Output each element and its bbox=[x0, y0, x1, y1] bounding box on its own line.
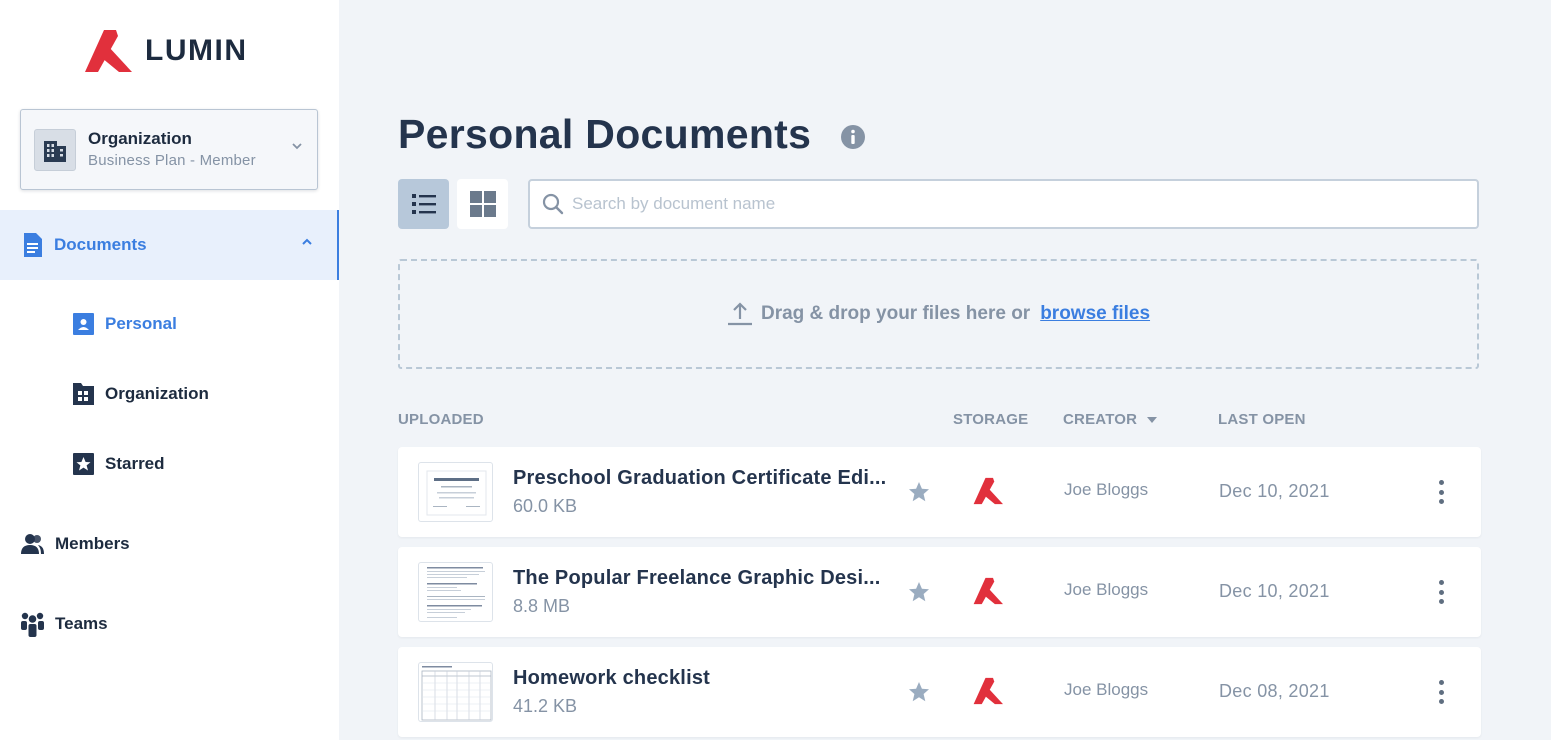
document-row[interactable]: Preschool Graduation Certificate Edi... … bbox=[398, 447, 1481, 537]
sidebar-item-label: Personal bbox=[105, 314, 177, 333]
chevron-down-icon bbox=[292, 143, 302, 150]
document-size: 8.8 MB bbox=[513, 596, 571, 616]
lumin-storage-icon bbox=[973, 577, 1003, 605]
more-options-icon[interactable] bbox=[1431, 478, 1451, 506]
document-last-open: Dec 10, 2021 bbox=[1219, 581, 1330, 601]
lumin-storage-icon bbox=[973, 677, 1003, 705]
document-last-open: Dec 08, 2021 bbox=[1219, 681, 1330, 701]
document-size: 60.0 KB bbox=[513, 496, 578, 516]
document-name[interactable]: Homework checklist bbox=[513, 667, 710, 690]
building-icon bbox=[34, 128, 76, 171]
dropzone-text: Drag & drop your files here or bbox=[760, 303, 1031, 324]
document-row[interactable]: The Popular Freelance Graphic Desi... 8.… bbox=[398, 547, 1481, 637]
column-header-storage[interactable]: STORAGE bbox=[953, 411, 1028, 428]
document-creator: Joe Bloggs bbox=[1064, 580, 1149, 599]
star-icon[interactable] bbox=[908, 681, 930, 703]
document-thumbnail bbox=[418, 662, 493, 722]
document-last-open: Dec 10, 2021 bbox=[1219, 481, 1330, 501]
more-options-icon[interactable] bbox=[1431, 678, 1451, 706]
sidebar-item-documents[interactable]: Documents bbox=[0, 210, 339, 280]
org-folder-icon bbox=[73, 383, 94, 405]
document-row[interactable]: Homework checklist 41.2 KB Joe Bloggs De… bbox=[398, 647, 1481, 737]
search-icon bbox=[542, 193, 564, 215]
sidebar-item-personal[interactable]: Personal bbox=[72, 311, 177, 337]
document-creator: Joe Bloggs bbox=[1064, 480, 1149, 499]
document-name[interactable]: The Popular Freelance Graphic Desi... bbox=[513, 567, 881, 590]
document-creator: Joe Bloggs bbox=[1064, 680, 1149, 699]
members-icon bbox=[21, 534, 44, 554]
document-name[interactable]: Preschool Graduation Certificate Edi... bbox=[513, 467, 886, 490]
document-thumbnail bbox=[418, 562, 493, 622]
column-header-last-open[interactable]: LAST OPEN bbox=[1218, 411, 1306, 428]
sidebar-item-label: Starred bbox=[105, 454, 165, 473]
star-icon[interactable] bbox=[908, 481, 930, 503]
document-thumbnail bbox=[418, 462, 493, 522]
brand-name: LUMIN bbox=[145, 34, 248, 67]
organization-switcher[interactable]: Organization Business Plan - Member bbox=[20, 109, 318, 190]
grid-view-icon bbox=[469, 191, 496, 217]
search-box[interactable] bbox=[528, 179, 1479, 229]
document-icon bbox=[24, 233, 42, 257]
lumin-logo-icon bbox=[85, 30, 132, 72]
star-icon[interactable] bbox=[908, 581, 930, 603]
personal-doc-icon bbox=[73, 313, 94, 335]
upload-dropzone[interactable]: Drag & drop your files here or browse fi… bbox=[398, 259, 1479, 369]
column-header-creator-label: CREATOR bbox=[1063, 411, 1138, 428]
document-size: 41.2 KB bbox=[513, 696, 578, 716]
sidebar-item-starred[interactable]: Starred bbox=[72, 451, 165, 477]
sidebar-item-label: Members bbox=[55, 534, 130, 553]
lumin-storage-icon bbox=[973, 477, 1003, 505]
list-view-icon bbox=[411, 194, 436, 214]
org-plan: Business Plan - Member bbox=[88, 151, 256, 169]
sidebar-item-teams[interactable]: Teams bbox=[20, 610, 108, 638]
sidebar-item-organization[interactable]: Organization bbox=[72, 381, 209, 407]
list-view-button[interactable] bbox=[398, 179, 449, 229]
column-header-creator[interactable]: CREATOR bbox=[1063, 411, 1158, 428]
more-options-icon[interactable] bbox=[1431, 578, 1451, 606]
sidebar-item-label: Teams bbox=[55, 614, 108, 633]
teams-icon bbox=[21, 612, 44, 637]
org-name: Organization bbox=[88, 128, 192, 148]
starred-icon bbox=[73, 453, 94, 475]
page-title: Personal Documents bbox=[398, 111, 812, 157]
chevron-up-icon[interactable] bbox=[301, 238, 313, 246]
sort-down-icon bbox=[1146, 417, 1157, 424]
info-icon[interactable] bbox=[840, 124, 866, 150]
column-header-uploaded[interactable]: UPLOADED bbox=[398, 411, 484, 428]
grid-view-button[interactable] bbox=[457, 179, 508, 229]
browse-files-link[interactable]: browse files bbox=[1040, 303, 1150, 325]
sidebar: LUMIN Organization Business Plan - Membe… bbox=[0, 0, 339, 740]
upload-icon bbox=[727, 302, 752, 326]
sidebar-item-label: Organization bbox=[105, 384, 209, 403]
lumin-logo[interactable]: LUMIN bbox=[84, 30, 247, 72]
search-input[interactable] bbox=[572, 194, 1452, 214]
sidebar-item-label: Documents bbox=[54, 235, 147, 254]
sidebar-item-members[interactable]: Members bbox=[20, 530, 130, 558]
